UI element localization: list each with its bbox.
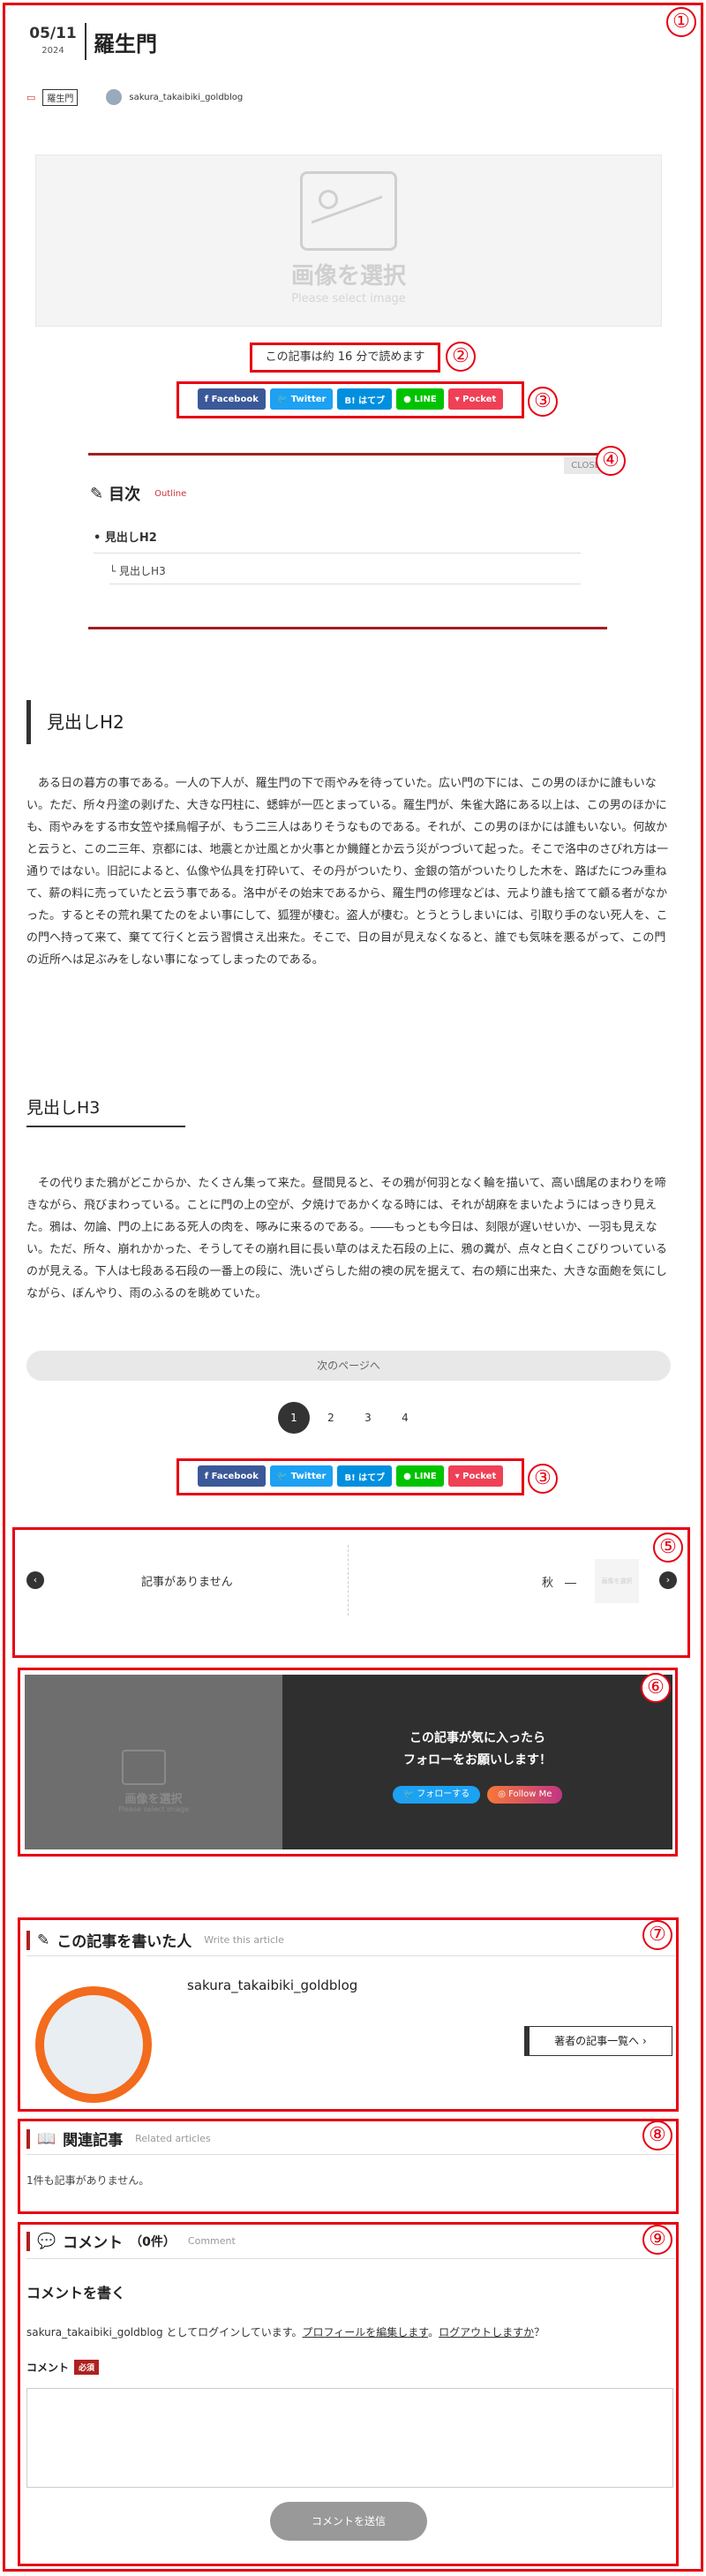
marker-9: ⑨ (642, 2225, 672, 2255)
divider (26, 1955, 675, 1956)
related-empty-message: 1件も記事がありません。 (26, 2174, 150, 2187)
next-article-thumb: 画像を選択 (595, 1559, 639, 1603)
follow-box: 画像を選択 Please select image この記事が気に入ったら フォ… (25, 1675, 672, 1849)
divider (348, 1545, 349, 1616)
marker-3: ③ (528, 1464, 558, 1494)
required-badge: 必須 (74, 2360, 100, 2375)
twitter-share-button[interactable]: 🐦 Twitter (269, 388, 334, 410)
image-icon (299, 171, 397, 251)
divider (26, 2258, 675, 2259)
login-note: sakura_takaibiki_goldblog としてログインしています。プ… (26, 2326, 545, 2339)
page-title: 羅生門 (94, 32, 157, 56)
comment-form-title: コメントを書く (26, 2285, 126, 2301)
heading-h2: 見出しH2 (26, 700, 684, 744)
follow-thumb: 画像を選択 Please select image (25, 1675, 282, 1849)
placeholder: 画像を選択 Please select image (291, 171, 406, 305)
marker-6: ⑥ (641, 1673, 671, 1703)
marker-2: ② (446, 342, 476, 372)
category-tag[interactable]: 羅生門 (42, 88, 79, 106)
twitter-follow-button[interactable]: 🐦 フォローする (392, 1786, 481, 1804)
author-articles-button[interactable]: 著者の記事一覧へ › (524, 2026, 672, 2056)
edit-icon: ✎ (90, 484, 104, 503)
body-paragraph: その代りまた鴉がどこからか、たくさん集って来た。昼間見ると、その鴉が何羽となく輪… (26, 1177, 667, 1300)
logout-link[interactable]: ログアウトしますか (439, 2326, 534, 2339)
divider (94, 553, 581, 554)
follow-text-2: フォローをお願いします！ (403, 1753, 552, 1767)
pocket-share-button[interactable]: ▾ Pocket (447, 388, 504, 410)
comment-label: コメント 必須 (26, 2360, 100, 2375)
book-icon: 📖 (37, 2129, 56, 2148)
body-paragraph: ある日の暮方の事である。一人の下人が、羅生門の下で雨やみを待っていた。広い門の下… (26, 777, 669, 967)
prev-article-link[interactable]: ‹ 記事がありません (19, 1536, 346, 1624)
author-avatar (35, 1986, 152, 2103)
pocket-share-button[interactable]: ▾ Pocket (447, 1465, 504, 1487)
follow-cta: この記事が気に入ったら フォローをお願いします！ 🐦 フォローする ◎ Foll… (282, 1675, 672, 1849)
toc-title: ✎ 目次 Outline (90, 484, 187, 505)
next-article-label: 秋 ― (542, 1577, 577, 1590)
avatar (106, 89, 123, 105)
facebook-share-button[interactable]: f Facebook (197, 388, 266, 410)
post-header: 05/11 2024 羅生門 (21, 19, 683, 72)
marker-3: ③ (528, 387, 558, 417)
author-name: sakura_takaibiki_goldblog (187, 1977, 358, 1993)
chevron-right-icon: › (659, 1571, 677, 1589)
accent-bar (26, 1930, 30, 1950)
comment-icon: 💬 (37, 2232, 56, 2250)
comments-header: 💬 コメント （0件） Comment (26, 2230, 236, 2252)
folder-icon: ▭ (26, 91, 36, 103)
chevron-left-icon: ‹ (26, 1571, 44, 1589)
heading-h3: 見出しH3 (26, 1095, 185, 1127)
instagram-follow-button[interactable]: ◎ Follow Me (487, 1786, 563, 1804)
twitter-share-button[interactable]: 🐦 Twitter (269, 1465, 334, 1487)
reading-time: この記事は約 16 分で読めます (265, 350, 425, 364)
post-date: 05/11 2024 (26, 25, 79, 56)
page-link-2[interactable]: 2 (315, 1402, 347, 1434)
toc-item-h2[interactable]: • 見出しH2 (94, 528, 157, 545)
marker-8: ⑧ (642, 2120, 672, 2150)
hatena-share-button[interactable]: B! はてブ (337, 1465, 393, 1487)
pencil-icon: ✎ (37, 1931, 50, 1949)
follow-text-1: この記事が気に入ったら (409, 1731, 545, 1745)
related-header: 📖 関連記事 Related articles (26, 2128, 211, 2150)
post-date-year: 2024 (41, 46, 64, 56)
featured-image: 画像を選択 Please select image (35, 154, 662, 327)
page-link-3[interactable]: 3 (352, 1402, 384, 1434)
hatena-share-button[interactable]: B! はてブ (337, 388, 393, 410)
placeholder-subtitle: Please select image (118, 1805, 189, 1813)
prev-article-label: 記事がありません (141, 1575, 233, 1589)
share-buttons-bottom: f Facebook 🐦 Twitter B! はてブ ● LINE ▾ Poc… (180, 1463, 521, 1489)
line-share-button[interactable]: ● LINE (396, 388, 444, 410)
post-date-md: 05/11 (29, 25, 77, 42)
accent-bar (26, 2231, 30, 2251)
marker-5: ⑤ (653, 1533, 683, 1563)
comment-textarea[interactable] (26, 2388, 673, 2488)
page-link-4[interactable]: 4 (389, 1402, 421, 1434)
page-link-1[interactable]: 1 (278, 1402, 310, 1434)
accent-bar (26, 2128, 30, 2149)
submit-comment-button[interactable]: コメントを送信 (270, 2502, 427, 2541)
post-meta: ▭ 羅生門 sakura_takaibiki_goldblog (26, 88, 243, 106)
placeholder-title: 画像を選択 (290, 263, 407, 290)
table-of-contents: CLOSE ✎ 目次 Outline • 見出しH2 └ 見出しH3 (88, 453, 607, 629)
divider (26, 2154, 675, 2155)
pagination: 1 2 3 4 (278, 1402, 421, 1434)
share-buttons-top: f Facebook 🐦 Twitter B! はてブ ● LINE ▾ Poc… (180, 386, 521, 412)
placeholder-subtitle: Please select image (291, 292, 406, 305)
divider (85, 23, 86, 60)
prev-next-nav: ‹ 記事がありません 秋 ― 画像を選択 › (19, 1536, 679, 1624)
marker-7: ⑦ (642, 1920, 672, 1950)
marker-4: ④ (596, 446, 626, 476)
about-author-header: ✎ この記事を書いた人 Write this article (26, 1929, 284, 1951)
image-icon (122, 1750, 166, 1785)
next-article-link[interactable]: 秋 ― 画像を選択 › (351, 1536, 679, 1624)
edit-profile-link[interactable]: プロフィールを編集します (303, 2326, 429, 2339)
toc-item-h3[interactable]: └ 見出しH3 (109, 563, 166, 578)
next-page-button[interactable]: 次のページへ (26, 1351, 671, 1381)
placeholder-title: 画像を選択 (124, 1793, 183, 1806)
facebook-share-button[interactable]: f Facebook (197, 1465, 266, 1487)
author-link[interactable]: sakura_takaibiki_goldblog (129, 93, 243, 102)
line-share-button[interactable]: ● LINE (396, 1465, 444, 1487)
